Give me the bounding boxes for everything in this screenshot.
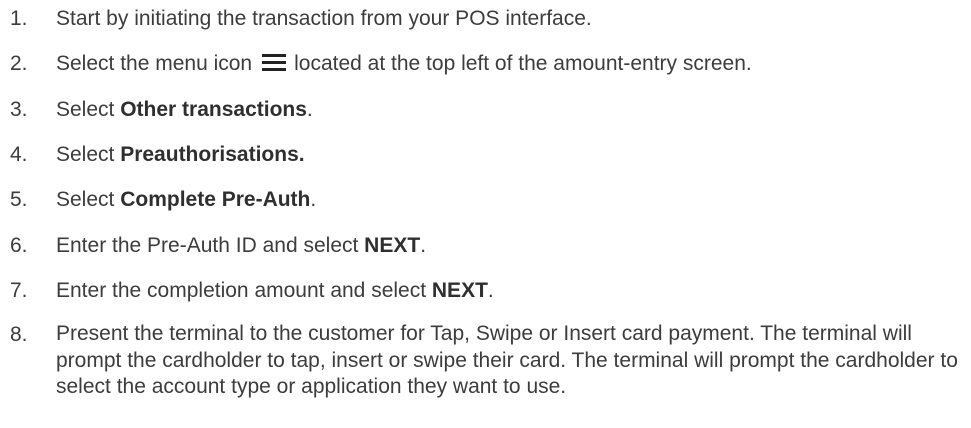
- step-number: 3.: [10, 98, 28, 121]
- step-text-before: Enter the completion amount and select: [56, 279, 432, 302]
- step-number: 1.: [10, 7, 28, 30]
- step-number: 7.: [10, 279, 28, 302]
- step-1: 1. Start by initiating the transaction f…: [0, 4, 592, 34]
- step-text: Present the terminal to the customer for…: [56, 322, 958, 398]
- step-5: 5. Select Complete Pre-Auth.: [0, 185, 316, 215]
- step-emphasis: Preauthorisations.: [120, 143, 305, 166]
- step-text: Start by initiating the transaction from…: [56, 7, 592, 30]
- step-text-after: located at the top left of the amount-en…: [294, 52, 752, 75]
- step-text-before: Select the menu icon: [56, 52, 253, 75]
- step-4: 4. Select Preauthorisations.: [0, 140, 305, 170]
- step-emphasis: NEXT: [364, 234, 421, 257]
- step-number: 2.: [10, 52, 28, 75]
- step-number: 4.: [10, 143, 28, 166]
- step-text-before: Select: [56, 143, 121, 166]
- step-text-after: .: [420, 234, 427, 257]
- step-8: 8. Present the terminal to the customer …: [0, 321, 961, 401]
- step-text-after: .: [310, 188, 317, 211]
- step-number: 5.: [10, 188, 28, 211]
- step-text-before: Select: [56, 98, 121, 121]
- step-text-after: .: [306, 98, 313, 121]
- step-emphasis: Complete Pre-Auth: [120, 188, 311, 211]
- step-emphasis: Other transactions: [120, 98, 307, 121]
- step-text-after: .: [487, 279, 494, 302]
- step-number: 6.: [10, 234, 28, 257]
- step-text-before: Select: [56, 188, 121, 211]
- step-2: 2. Select the menu icon located at the to…: [0, 49, 752, 79]
- step-emphasis: NEXT: [431, 279, 488, 302]
- step-3: 3. Select Other transactions.: [0, 95, 313, 125]
- step-6: 6. Enter the Pre-Auth ID and select NEXT…: [0, 231, 426, 261]
- step-text-before: Enter the Pre-Auth ID and select: [56, 234, 365, 257]
- hamburger-menu-icon: [262, 54, 287, 71]
- step-7: 7. Enter the completion amount and selec…: [0, 276, 494, 306]
- step-number: 8.: [10, 323, 28, 346]
